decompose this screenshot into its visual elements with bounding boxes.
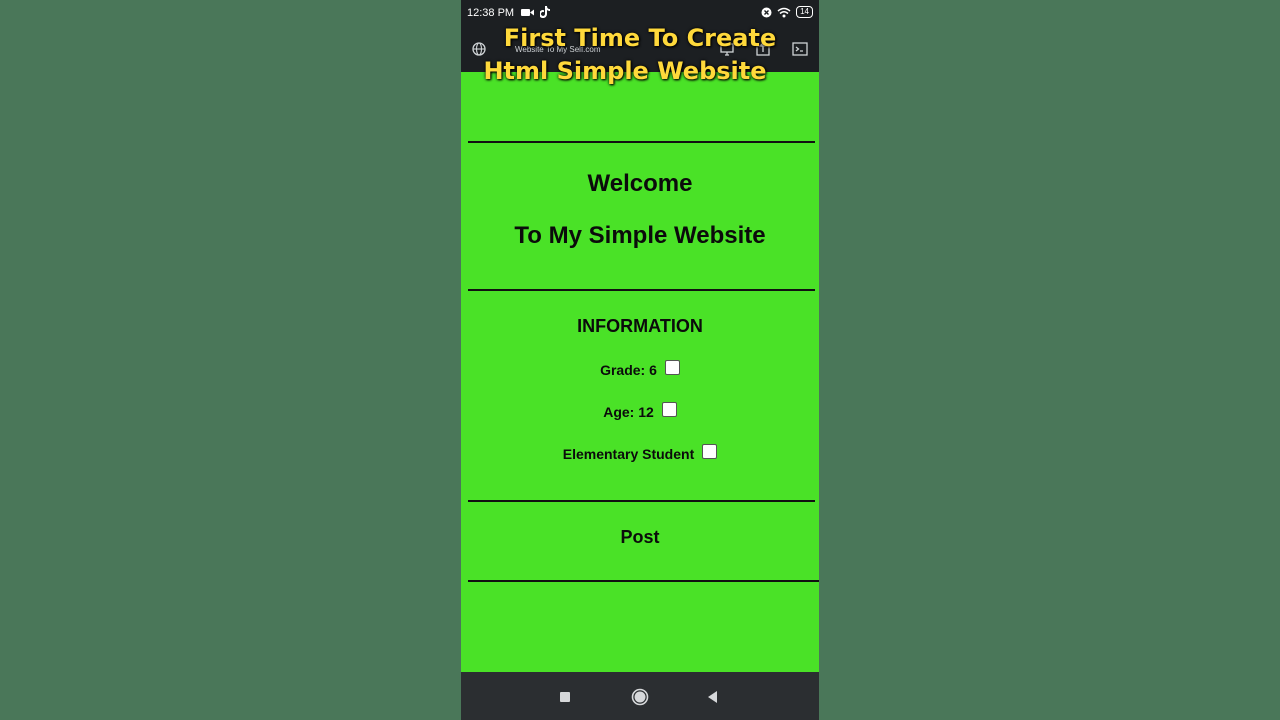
post-heading: Post: [620, 527, 660, 547]
info-item-age: Age: 12: [461, 401, 819, 420]
grade-checkbox[interactable]: [664, 359, 680, 375]
close-circle-icon: [761, 7, 772, 17]
tiktok-icon: [540, 6, 550, 18]
overlay-line-1: First Time To Create: [503, 24, 777, 52]
divider: [468, 500, 815, 502]
home-icon[interactable]: [631, 688, 649, 706]
student-checkbox[interactable]: [702, 443, 718, 459]
back-icon[interactable]: [704, 688, 722, 706]
video-camera-icon: [521, 8, 534, 16]
overlay-line-2: Html Simple Website: [483, 57, 767, 85]
status-icons-right: 14: [761, 6, 813, 18]
info-label: Elementary Student: [562, 446, 695, 462]
welcome-heading: Welcome: [587, 170, 693, 197]
subtitle-heading: To My Simple Website: [514, 222, 766, 249]
divider: [468, 141, 815, 143]
info-item-student: Elementary Student: [461, 443, 819, 462]
info-label: Age: 12: [603, 404, 654, 420]
wifi-icon: [777, 7, 791, 17]
divider: [468, 580, 819, 582]
webpage-content: Welcome To My Simple Website INFORMATION…: [461, 72, 819, 672]
overlay-caption: First Time To Create Html Simple Website: [461, 22, 819, 88]
age-checkbox[interactable]: [661, 401, 677, 417]
phone-screen: 12:38 PM 14 Website To My Self.com Welco…: [461, 0, 819, 720]
status-icons-left: [521, 6, 550, 18]
battery-icon: 14: [796, 6, 813, 18]
status-time: 12:38 PM: [467, 7, 515, 19]
navigation-bar: [461, 672, 819, 720]
info-heading: INFORMATION: [577, 316, 703, 336]
recent-apps-icon[interactable]: [556, 688, 574, 706]
info-label: Grade: 6: [600, 362, 657, 378]
divider: [468, 289, 815, 291]
info-item-grade: Grade: 6: [461, 359, 819, 378]
